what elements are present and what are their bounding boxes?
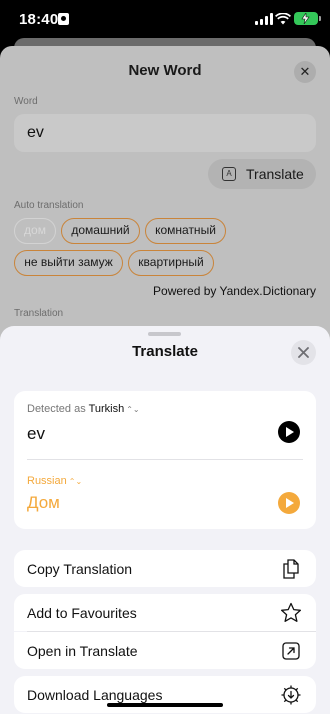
translate-icon: A bbox=[222, 167, 236, 181]
close-icon bbox=[298, 347, 309, 358]
home-indicator[interactable] bbox=[107, 703, 223, 707]
translation-label: Translation bbox=[14, 308, 64, 319]
new-word-title: New Word bbox=[128, 62, 202, 79]
copy-icon bbox=[283, 559, 299, 579]
signal-icon bbox=[255, 13, 273, 25]
word-label: Word bbox=[14, 96, 38, 107]
close-button[interactable] bbox=[291, 340, 316, 365]
target-language-selector[interactable]: Russian ⌃⌄ bbox=[27, 475, 82, 487]
open-in-translate-label: Open in Translate bbox=[27, 642, 138, 659]
translate-button[interactable]: A Translate bbox=[208, 159, 316, 189]
close-icon[interactable]: ✕ bbox=[294, 61, 316, 83]
download-gear-icon bbox=[281, 685, 301, 705]
word-input[interactable]: ev bbox=[14, 114, 316, 152]
open-in-translate-button[interactable]: Open in Translate bbox=[14, 632, 316, 669]
auto-translation-label: Auto translation bbox=[14, 200, 84, 211]
battery-icon bbox=[294, 12, 321, 25]
chevron-updown-icon: ⌃⌄ bbox=[68, 477, 83, 486]
star-icon bbox=[280, 602, 302, 622]
copy-translation-button[interactable]: Copy Translation bbox=[14, 550, 316, 587]
open-external-icon bbox=[282, 642, 300, 660]
play-icon[interactable] bbox=[278, 421, 300, 443]
copy-translation-label: Copy Translation bbox=[27, 560, 133, 577]
target-text: Дом bbox=[27, 493, 60, 512]
target-language: Russian bbox=[27, 475, 67, 487]
wifi-icon bbox=[275, 13, 291, 25]
download-languages-button[interactable]: Download Languages bbox=[14, 676, 316, 713]
add-to-favourites-button[interactable]: Add to Favourites bbox=[14, 594, 316, 631]
suggestion-chip[interactable]: квартирный bbox=[128, 250, 214, 276]
translate-button-label: Translate bbox=[246, 166, 304, 182]
sheet-grabber[interactable] bbox=[148, 332, 181, 336]
source-language: Turkish bbox=[88, 403, 125, 415]
suggestion-chip[interactable]: комнатный bbox=[145, 218, 226, 244]
powered-by-label: Powered by Yandex.Dictionary bbox=[153, 284, 316, 298]
lock-icon bbox=[58, 13, 69, 25]
sheet-title: Translate bbox=[132, 343, 198, 360]
download-languages-label: Download Languages bbox=[27, 686, 163, 703]
detected-prefix: Detected as bbox=[27, 403, 86, 415]
divider bbox=[27, 459, 303, 460]
source-language-selector[interactable]: Detected as Turkish ⌃⌄ bbox=[27, 403, 140, 415]
chevron-updown-icon: ⌃⌄ bbox=[126, 405, 140, 414]
status-time: 18:40 bbox=[19, 11, 59, 28]
suggestion-chip[interactable]: домашний bbox=[61, 218, 140, 244]
suggestion-chip[interactable]: дом bbox=[14, 218, 56, 244]
translation-card: Detected as Turkish ⌃⌄ ev Russian ⌃⌄ Дом bbox=[14, 391, 316, 529]
play-icon[interactable] bbox=[278, 492, 300, 514]
add-to-favourites-label: Add to Favourites bbox=[27, 604, 137, 621]
source-text: ev bbox=[27, 424, 45, 443]
suggestion-chip[interactable]: не выйти замуж bbox=[14, 250, 123, 276]
